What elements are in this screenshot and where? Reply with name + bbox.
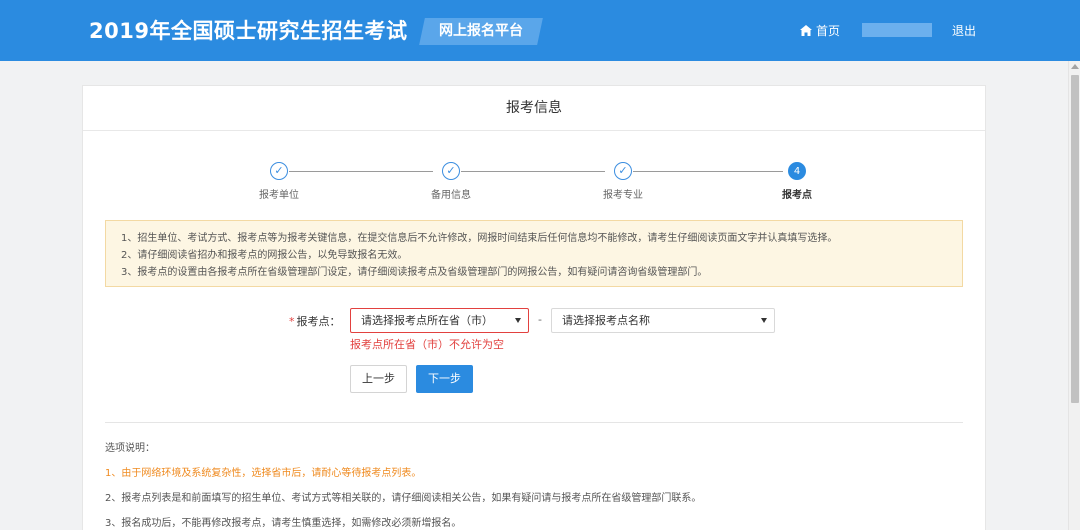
site-title: 2019年全国硕士研究生招生考试 (89, 19, 408, 43)
step-2: ✓ 备用信息 (401, 162, 501, 201)
chevron-down-icon (761, 318, 767, 323)
explain-item: 1、由于网络环境及系统复杂性，选择省市后，请耐心等待报考点列表。 (105, 468, 422, 479)
step-check-icon: ✓ (442, 162, 460, 180)
notice-box: 1、招生单位、考试方式、报考点等为报考关键信息，在提交信息后不允许修改，网报时间… (105, 220, 963, 287)
step-1: ✓ 报考单位 (229, 162, 329, 201)
exam-site-select[interactable]: 请选择报考点名称 (551, 308, 775, 333)
step-check-icon: ✓ (270, 162, 288, 180)
select-separator: - (538, 313, 542, 326)
platform-label: 网上报名平台 (439, 23, 523, 39)
divider (105, 422, 963, 423)
step-label: 报考单位 (259, 190, 299, 201)
explain-item: 3、报名成功后，不能再修改报考点，请考生慎重选择，如需修改必须新增报名。 (105, 518, 462, 529)
chevron-down-icon (515, 318, 521, 323)
step-label: 报考专业 (603, 190, 643, 201)
step-label: 备用信息 (431, 190, 471, 201)
notice-line: 1、招生单位、考试方式、报考点等为报考关键信息，在提交信息后不允许修改，网报时间… (121, 233, 838, 244)
card-title: 报考信息 (83, 86, 985, 131)
step-progress: ✓ 报考单位 ✓ 备用信息 ✓ 报考专业 4 报考点 (83, 162, 987, 202)
exam-site-select-value: 请选择报考点名称 (562, 314, 650, 327)
required-mark: * (289, 315, 295, 328)
explain-item: 2、报考点列表是和前面填写的招生单位、考试方式等相关联的，请仔细阅读相关公告，如… (105, 493, 702, 504)
page-scrollbar[interactable] (1068, 61, 1080, 530)
platform-badge: 网上报名平台 (419, 18, 543, 45)
scrollbar-thumb[interactable] (1071, 75, 1079, 403)
logout-link[interactable]: 退出 (952, 22, 976, 39)
explain-title: 选项说明： (105, 443, 155, 454)
province-select-value: 请选择报考点所在省（市） (361, 314, 493, 327)
province-error-message: 报考点所在省（市）不允许为空 (350, 338, 504, 351)
step-check-icon: ✓ (614, 162, 632, 180)
home-icon (800, 25, 812, 36)
step-3: ✓ 报考专业 (573, 162, 673, 201)
exam-site-label: * 报考点： (289, 313, 341, 329)
home-link[interactable]: 首页 (800, 22, 840, 39)
home-label: 首页 (816, 24, 841, 38)
scroll-up-arrow[interactable] (1071, 64, 1079, 69)
exam-site-label-text: 报考点： (296, 315, 341, 328)
registration-card: 报考信息 ✓ 报考单位 ✓ 备用信息 ✓ 报考专业 4 报考点 1、招生单位、考… (82, 85, 986, 530)
exam-site-row: * 报考点： 请选择报考点所在省（市） - 请选择报考点名称 (83, 308, 987, 333)
prev-step-button[interactable]: 上一步 (350, 365, 407, 393)
notice-line: 2、请仔细阅读省招办和报考点的网报公告，以免导致报名无效。 (121, 250, 408, 261)
user-name-redacted (862, 23, 932, 37)
notice-line: 3、报考点的设置由各报考点所在省级管理部门设定，请仔细阅读报考点及省级管理部门的… (121, 267, 708, 278)
step-label: 报考点 (782, 190, 812, 201)
step-4: 4 报考点 (747, 162, 847, 201)
province-select[interactable]: 请选择报考点所在省（市） (350, 308, 529, 333)
next-step-button[interactable]: 下一步 (416, 365, 473, 393)
step-number-badge: 4 (788, 162, 806, 180)
top-navbar: 2019年全国硕士研究生招生考试 网上报名平台 首页 退出 (0, 0, 1080, 61)
